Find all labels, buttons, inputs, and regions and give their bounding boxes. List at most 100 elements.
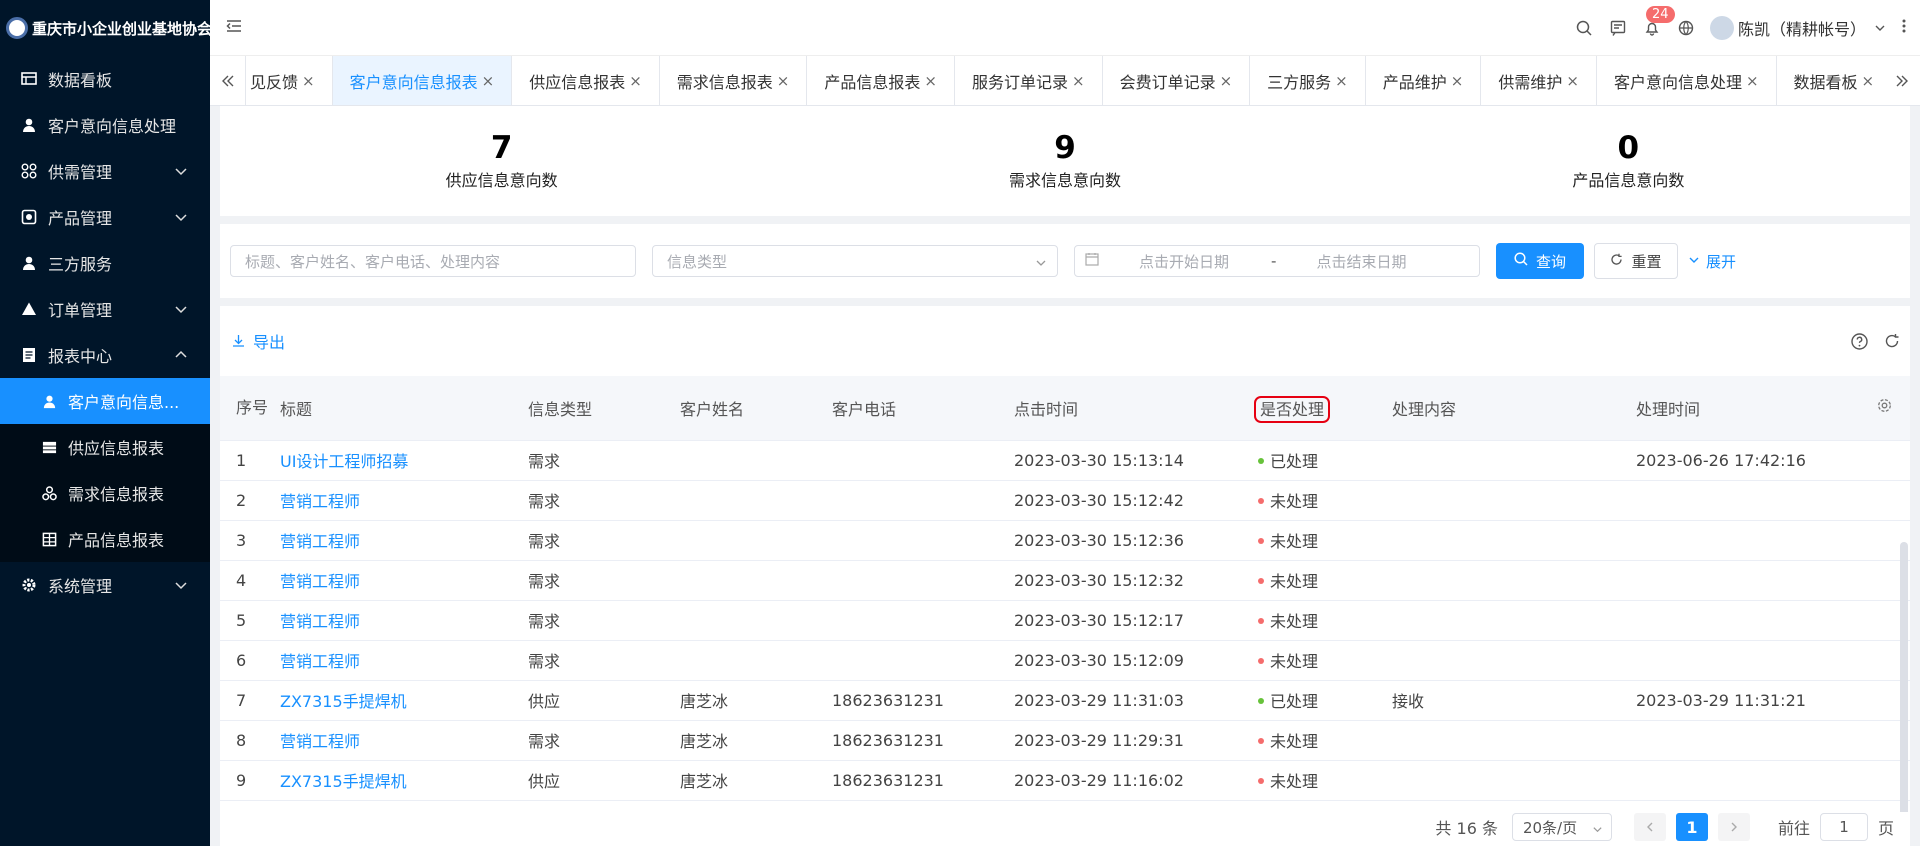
info-type-select[interactable]: 信息类型 <box>652 245 1058 277</box>
close-icon[interactable]: × <box>482 72 495 90</box>
menu-collapse-icon[interactable] <box>226 18 242 38</box>
row-title-link[interactable]: UI设计工程师招募 <box>270 440 518 481</box>
row-title-link[interactable]: ZX7315手提焊机 <box>270 760 518 801</box>
avatar[interactable] <box>1709 16 1734 40</box>
close-icon[interactable]: × <box>1220 72 1233 90</box>
sidebar-subitem-2[interactable]: 需求信息报表 <box>0 470 210 516</box>
tab-6[interactable]: 会费订单记录 × <box>1103 56 1251 105</box>
close-icon[interactable]: × <box>1335 72 1348 90</box>
row-title-link[interactable]: 营销工程师 <box>270 600 518 641</box>
tab-7[interactable]: 三方服务 × <box>1250 56 1366 105</box>
row-title-link[interactable]: 营销工程师 <box>270 640 518 681</box>
close-icon[interactable]: × <box>1451 72 1464 90</box>
help-icon[interactable] <box>1851 333 1868 354</box>
column-header[interactable]: 点击时间 <box>1004 376 1248 441</box>
sidebar-item-6[interactable]: 报表中心 <box>0 332 210 378</box>
search-icon[interactable] <box>1574 18 1594 38</box>
globe-icon[interactable] <box>1676 18 1696 38</box>
tab-9[interactable]: 供需维护 × <box>1481 56 1597 105</box>
search-button[interactable]: 查询 <box>1496 243 1584 279</box>
table-row[interactable]: 6 营销工程师 需求 2023-03-30 15:12:09 未处理 <box>220 640 1910 681</box>
column-header[interactable]: 标题 <box>270 376 518 441</box>
reset-button[interactable]: 重置 <box>1594 243 1678 279</box>
close-icon[interactable]: × <box>777 72 790 90</box>
more-vertical-icon[interactable] <box>1902 18 1906 38</box>
close-icon[interactable]: × <box>924 72 937 90</box>
chevron-down-icon[interactable] <box>1874 19 1886 38</box>
close-icon[interactable]: × <box>1746 72 1759 90</box>
bell-icon[interactable]: 24 <box>1642 6 1675 38</box>
column-header[interactable]: 信息类型 <box>518 376 670 441</box>
sidebar-item-5[interactable]: 订单管理 <box>0 286 210 332</box>
app-logo[interactable]: 重庆市小企业创业基地协会 <box>0 0 210 56</box>
expand-button[interactable]: 展开 <box>1688 243 1736 279</box>
tab-3[interactable]: 需求信息报表 × <box>660 56 808 105</box>
table-row[interactable]: 9 ZX7315手提焊机 供应 唐芝冰 18623631231 2023-03-29 11… <box>220 760 1910 801</box>
row-title-link[interactable]: 营销工程师 <box>270 560 518 601</box>
sidebar-item-3[interactable]: 产品管理 <box>0 194 210 240</box>
export-button[interactable]: 导出 <box>232 329 285 353</box>
column-header[interactable]: 是否处理 <box>1248 376 1382 441</box>
row-title-link[interactable]: 营销工程师 <box>270 720 518 761</box>
sidebar-subitem-3[interactable]: 产品信息报表 <box>0 516 210 562</box>
page-size-select[interactable]: 20条/页 <box>1511 813 1612 841</box>
row-phone <box>822 560 1004 601</box>
status-dot-icon <box>1258 457 1264 464</box>
column-header[interactable]: 客户电话 <box>822 376 1004 441</box>
tab-4[interactable]: 产品信息报表 × <box>807 56 955 105</box>
sidebar-item-7[interactable]: 系统管理 <box>0 562 210 608</box>
tab-11[interactable]: 数据看板 × <box>1777 56 1884 105</box>
close-icon[interactable]: × <box>629 72 642 90</box>
table-row[interactable]: 2 营销工程师 需求 2023-03-30 15:12:42 未处理 <box>220 480 1910 521</box>
tab-0[interactable]: 见反馈 × <box>246 56 333 105</box>
date-range-picker[interactable]: 点击开始日期 - 点击结束日期 <box>1074 245 1480 277</box>
sidebar-item-4[interactable]: 三方服务 <box>0 240 210 286</box>
row-title: 营销工程师 <box>280 612 361 631</box>
prev-page-button[interactable] <box>1633 813 1666 841</box>
start-date-input[interactable]: 点击开始日期 <box>1139 251 1229 272</box>
tab-bar: 见反馈 × 客户意向信息报表 × 供应信息报表 × 需求信息报表 × 产品信息报表 × 服务订单记录… <box>210 56 1920 106</box>
table-scrollbar[interactable] <box>1900 542 1908 842</box>
row-title-link[interactable]: 营销工程师 <box>270 480 518 521</box>
sidebar-item-0[interactable]: 数据看板 <box>0 56 210 102</box>
tab-8[interactable]: 产品维护 × <box>1366 56 1482 105</box>
row-time: 2023-03-30 15:12:36 <box>1004 520 1248 561</box>
end-date-input[interactable]: 点击结束日期 <box>1316 251 1406 272</box>
user-name[interactable]: 陈凯（精耕帐号） <box>1738 16 1866 40</box>
sidebar-subitem-1[interactable]: 供应信息报表 <box>0 424 210 470</box>
column-header[interactable]: 处理时间 <box>1626 376 1910 441</box>
message-icon[interactable] <box>1608 18 1628 38</box>
tab-5[interactable]: 服务订单记录 × <box>955 56 1103 105</box>
sidebar-subitem-label: 需求信息报表 <box>68 485 165 504</box>
close-icon[interactable]: × <box>1566 72 1579 90</box>
close-icon[interactable]: × <box>1072 72 1085 90</box>
tabs-scroll-right-icon[interactable] <box>1884 56 1920 105</box>
close-icon[interactable]: × <box>1862 72 1875 90</box>
keyword-search-input[interactable]: 标题、客户姓名、客户电话、处理内容 <box>230 245 636 277</box>
row-title-link[interactable]: ZX7315手提焊机 <box>270 680 518 721</box>
page-number-current[interactable]: 1 <box>1675 813 1708 841</box>
column-header[interactable]: 序号 <box>220 376 270 441</box>
next-page-button[interactable] <box>1717 813 1750 841</box>
table-row[interactable]: 5 营销工程师 需求 2023-03-30 15:12:17 未处理 <box>220 600 1910 641</box>
column-header[interactable]: 处理内容 <box>1382 376 1626 441</box>
tab-10[interactable]: 客户意向信息处理 × <box>1597 56 1777 105</box>
column-header[interactable]: 客户姓名 <box>670 376 822 441</box>
sidebar-subitem-0[interactable]: 客户意向信息... <box>0 378 210 424</box>
tabs-scroll-left-icon[interactable] <box>210 56 246 105</box>
column-settings-icon[interactable] <box>1877 398 1892 417</box>
goto-page-input[interactable]: 1 <box>1819 813 1868 841</box>
row-time-text: 2023-03-29 11:29:31 <box>1014 730 1184 750</box>
refresh-icon[interactable] <box>1884 333 1900 353</box>
sidebar-item-2[interactable]: 供需管理 <box>0 148 210 194</box>
table-row[interactable]: 8 营销工程师 需求 唐芝冰 18623631231 2023-03-29 11:29:3… <box>220 720 1910 761</box>
tab-1[interactable]: 客户意向信息报表 × <box>332 56 513 105</box>
table-row[interactable]: 4 营销工程师 需求 2023-03-30 15:12:32 未处理 <box>220 560 1910 601</box>
sidebar-item-1[interactable]: 客户意向信息处理 <box>0 102 210 148</box>
table-row[interactable]: 1 UI设计工程师招募 需求 2023-03-30 15:13:14 已处理 2023-0… <box>220 440 1910 481</box>
tab-2[interactable]: 供应信息报表 × <box>512 56 660 105</box>
row-title-link[interactable]: 营销工程师 <box>270 520 518 561</box>
table-row[interactable]: 3 营销工程师 需求 2023-03-30 15:12:36 未处理 <box>220 520 1910 561</box>
close-icon[interactable]: × <box>302 72 315 90</box>
table-row[interactable]: 7 ZX7315手提焊机 供应 唐芝冰 18623631231 2023-03-29 11… <box>220 680 1910 721</box>
